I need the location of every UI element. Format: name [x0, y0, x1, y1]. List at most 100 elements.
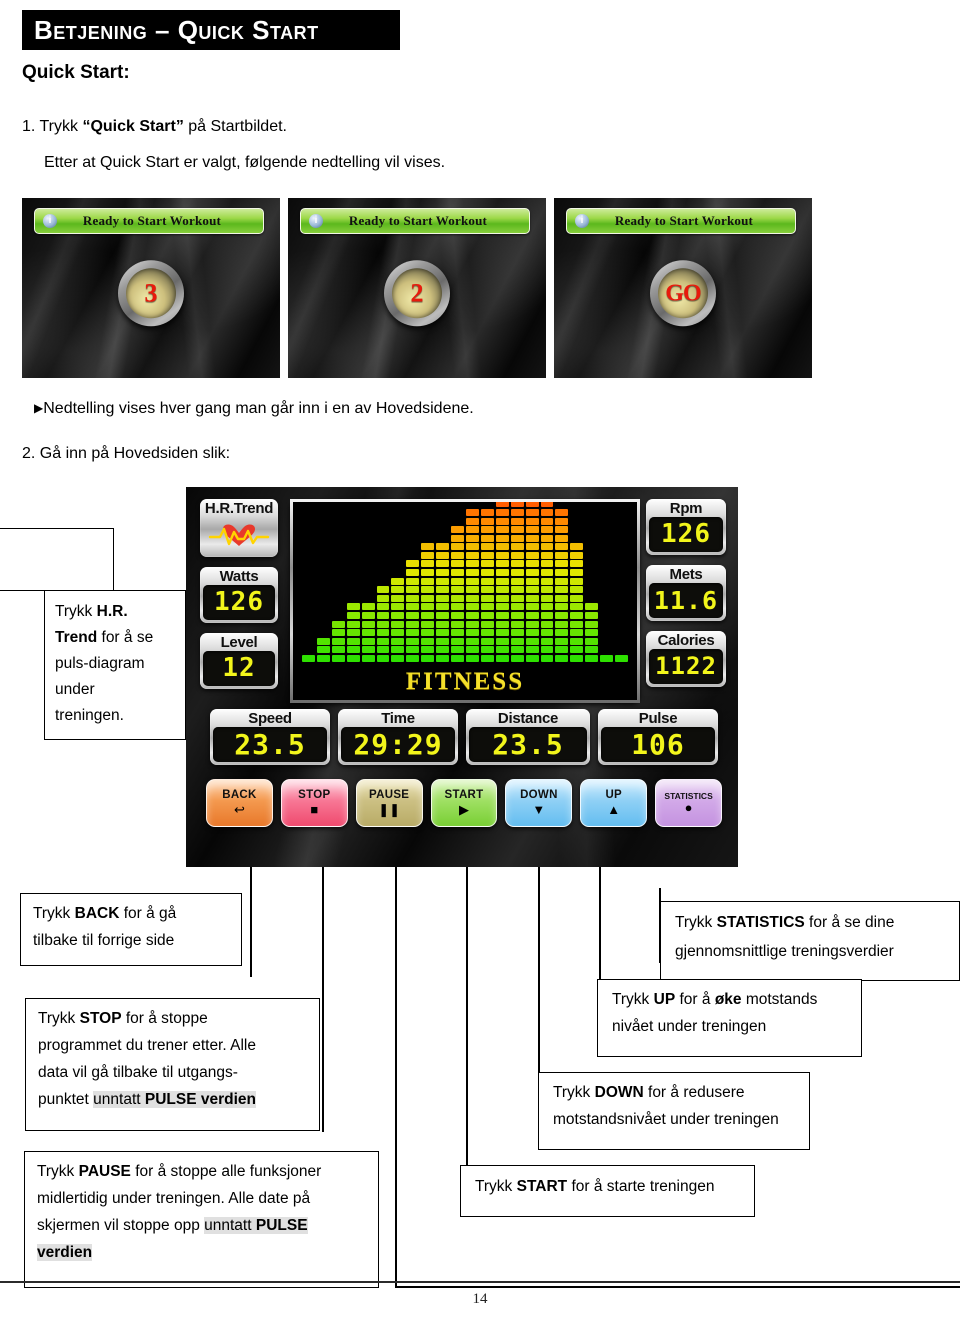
chart-bar-segment [421, 569, 435, 577]
chart-bar-segment [510, 594, 524, 602]
chart-bar-segment [361, 603, 375, 611]
chart-bar-segment [331, 655, 345, 662]
chart-bar-segment [451, 612, 464, 620]
chart-bar-segment [331, 637, 345, 645]
chart-bar-segment [465, 517, 479, 525]
chart-bar [585, 603, 599, 662]
start-button[interactable]: START ▶ [430, 779, 498, 827]
chart-bar-segment [331, 629, 345, 637]
section-banner-title: Betjening – Quick Start [34, 15, 319, 45]
callout-up: Trykk UP for å øke motstands nivået unde… [597, 979, 862, 1057]
chart-bar-segment [495, 637, 509, 645]
back-arrow-icon: ↩ [233, 801, 245, 817]
chart-bar [615, 655, 628, 662]
chart-bar-segment [585, 655, 599, 662]
chart-bar-segment [510, 560, 524, 568]
chart-bar-segment [510, 655, 524, 662]
chart-bar-segment [376, 586, 390, 594]
up-triangle-icon: ▲ [607, 801, 621, 817]
chart-bar-segment [391, 646, 405, 654]
calories-caption: Calories [657, 632, 715, 649]
chart-bar-segment [391, 612, 405, 620]
chart-bar-segment [436, 655, 450, 662]
chart-bar-segment [480, 603, 494, 611]
chart-bar-segment [451, 620, 464, 628]
statistics-button[interactable]: STATISTICS ● [655, 779, 723, 827]
pause-l1b: PAUSE [78, 1163, 131, 1180]
chart-bar-segment [510, 517, 524, 525]
watts-value: 126 [203, 584, 275, 620]
chart-bar [391, 577, 405, 662]
down-l2: motstandsnivået under treningen [553, 1111, 779, 1129]
chart-bar-segment [555, 612, 569, 620]
pause-button[interactable]: PAUSE ❚❚ [355, 779, 423, 827]
chart-bar-segment [510, 569, 524, 577]
chart-bar [361, 603, 375, 662]
chart-bar-segment [451, 577, 464, 585]
chart-bar-segment [406, 569, 420, 577]
stop-button[interactable]: STOP ■ [280, 779, 348, 827]
chart-bar-segment [480, 526, 494, 534]
countdown-screen-go: i Ready to Start Workout GO [554, 198, 812, 378]
chart-bar-segment [525, 594, 539, 602]
chart-bar-segment [451, 603, 464, 611]
step-1-prefix: 1. Trykk [22, 118, 83, 135]
status-banner: i Ready to Start Workout [34, 208, 264, 234]
status-banner-label: Ready to Start Workout [614, 213, 754, 228]
chart-bar-segment [361, 655, 375, 662]
chart-bar-segment [346, 629, 360, 637]
chart-bar-segment [495, 612, 509, 620]
chart-bar-segment [421, 543, 435, 551]
chart-bar-segment [465, 594, 479, 602]
chart-bar-segment [451, 560, 464, 568]
level-value: 12 [203, 650, 275, 686]
callout-statistics-text: Trykk STATISTICS for å se dine gjennomsn… [661, 902, 959, 973]
countdown-value: GO [665, 280, 701, 307]
chart-bar [480, 508, 494, 662]
chart-bar-segment [495, 586, 509, 594]
calories-readout: Calories 1122 [646, 631, 726, 687]
chart-bar-segment [555, 534, 569, 542]
chart-bar [331, 620, 345, 662]
chart-bar-segment [302, 655, 315, 662]
chart-bar-segment [510, 646, 524, 654]
chart-bar-segment [421, 637, 435, 645]
chart-bar-segment [391, 655, 405, 662]
up-l1d: øke [714, 991, 742, 1008]
chart-bar-segment [376, 612, 390, 620]
chart-bar-segment [525, 517, 539, 525]
chart-bar-segment [555, 620, 569, 628]
callout-start: Trykk START for å starte treningen [460, 1165, 755, 1217]
connector-pause [395, 867, 397, 1287]
chart-bar-segment [421, 577, 435, 585]
back-l2: tilbake til forrige side [33, 932, 175, 950]
chart-bar-segment [421, 620, 435, 628]
chart-bar [451, 526, 464, 662]
chart-bar-segment [376, 620, 390, 628]
chart-bar-segment [406, 620, 420, 628]
chart-bar-segment [346, 603, 360, 611]
down-button[interactable]: DOWN ▼ [505, 779, 573, 827]
up-button[interactable]: UP ▲ [580, 779, 648, 827]
chart-bar-segment [585, 620, 599, 628]
hr-trend-button[interactable]: H.R.Trend [200, 499, 278, 557]
connector-stop [322, 867, 324, 1132]
chart-bar-segment [495, 526, 509, 534]
chart-bar-segment [495, 517, 509, 525]
chart-bar-segment [346, 620, 360, 628]
back-l1a: Trykk [33, 905, 75, 922]
countdown-screen-3: i Ready to Start Workout 3 [22, 198, 280, 378]
back-button[interactable]: BACK ↩ [206, 779, 273, 827]
chart-bar-segment [555, 560, 569, 568]
chart-bar [540, 502, 554, 662]
chart-bar [421, 543, 435, 662]
chart-bar-segment [361, 646, 375, 654]
chart-bar-segment [436, 637, 450, 645]
record-dot-icon: ● [684, 800, 693, 816]
connector-bottom-rule [395, 1286, 960, 1288]
chart-bar-segment [451, 646, 464, 654]
chart-bar-segment [570, 637, 584, 645]
chart-bar-segment [540, 569, 554, 577]
callout-statistics: Trykk STATISTICS for å se dine gjennomsn… [660, 901, 960, 981]
chart-bar-segment [465, 620, 479, 628]
